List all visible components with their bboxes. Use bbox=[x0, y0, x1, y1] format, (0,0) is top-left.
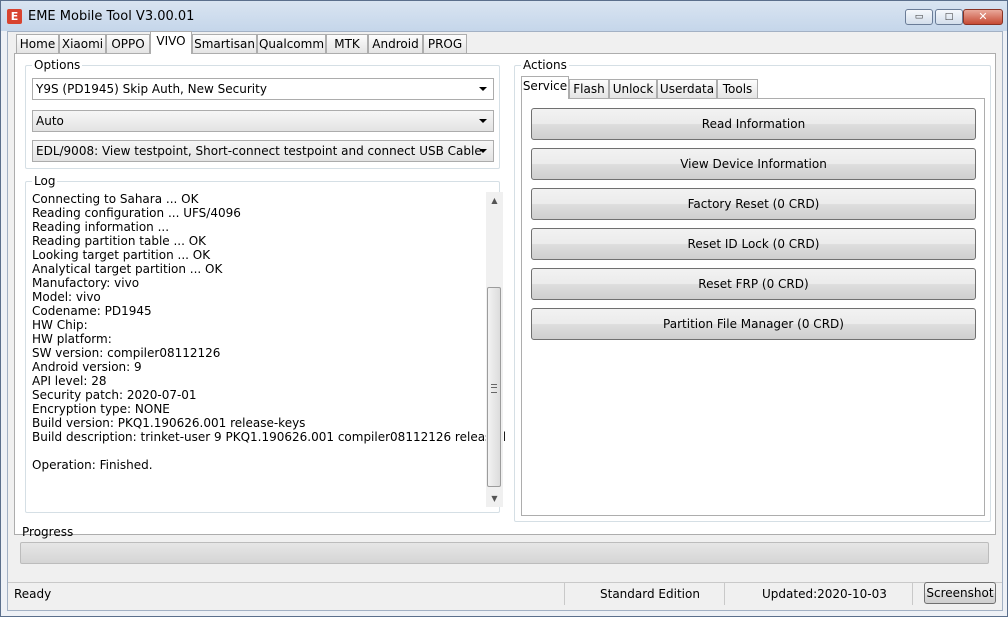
reset-frp-button[interactable]: Reset FRP (0 CRD) bbox=[531, 268, 976, 300]
partition-file-manager-button[interactable]: Partition File Manager (0 CRD) bbox=[531, 308, 976, 340]
log-output[interactable]: Connecting to Sahara ... OK Reading conf… bbox=[32, 192, 505, 504]
tab-xiaomi[interactable]: Xiaomi bbox=[59, 34, 106, 53]
app-logo-icon: E bbox=[7, 9, 22, 24]
minimize-button[interactable]: ▭ bbox=[905, 9, 933, 25]
scroll-down-arrow-icon[interactable]: ▼ bbox=[486, 490, 503, 507]
scroll-up-arrow-icon[interactable]: ▲ bbox=[486, 192, 503, 209]
log-line: Looking target partition ... OK bbox=[32, 248, 211, 262]
tab-android[interactable]: Android bbox=[368, 34, 423, 53]
log-scrollbar[interactable]: ▲ ▼ bbox=[486, 192, 503, 507]
log-line: HW Chip: bbox=[32, 318, 88, 332]
status-divider bbox=[564, 583, 565, 605]
connection-select[interactable]: EDL/9008: View testpoint, Short-connect … bbox=[32, 140, 494, 162]
mode-select[interactable]: Auto bbox=[32, 110, 494, 132]
tab-home[interactable]: Home bbox=[16, 34, 59, 53]
actions-group: Actions Service Flash Unlock Userdata To… bbox=[514, 58, 991, 522]
model-select[interactable]: Y9S (PD1945) Skip Auth, New Security bbox=[32, 78, 494, 100]
service-panel: Read Information View Device Information… bbox=[521, 98, 985, 516]
log-line: Android version: 9 bbox=[32, 360, 142, 374]
log-line: Manufactory: vivo bbox=[32, 276, 140, 290]
log-label: Log bbox=[32, 174, 58, 188]
tab-vivo[interactable]: VIVO bbox=[150, 31, 192, 54]
progress-bar bbox=[20, 542, 989, 564]
grip-icon bbox=[491, 384, 497, 393]
progress-label: Progress bbox=[22, 525, 74, 539]
log-line: Operation: Finished. bbox=[32, 458, 153, 472]
tab-userdata[interactable]: Userdata bbox=[657, 79, 717, 98]
scroll-thumb[interactable] bbox=[487, 287, 501, 487]
close-button[interactable]: ✕ bbox=[963, 9, 1003, 25]
view-device-information-button[interactable]: View Device Information bbox=[531, 148, 976, 180]
actions-label: Actions bbox=[521, 58, 569, 72]
log-line: Connecting to Sahara ... OK bbox=[32, 192, 199, 206]
tab-mtk[interactable]: MTK bbox=[326, 34, 368, 53]
edition-text: Standard Edition bbox=[600, 587, 700, 601]
log-line: Reading partition table ... OK bbox=[32, 234, 207, 248]
tab-service[interactable]: Service bbox=[521, 76, 569, 99]
tab-tools[interactable]: Tools bbox=[717, 79, 758, 98]
client-area: Home Xiaomi OPPO VIVO Smartisan Qualcomm… bbox=[7, 31, 1003, 611]
status-text: Ready bbox=[14, 587, 52, 601]
log-line: Model: vivo bbox=[32, 290, 101, 304]
chevron-down-icon bbox=[479, 149, 487, 153]
options-label: Options bbox=[32, 58, 83, 72]
vivo-tab-panel: Options Y9S (PD1945) Skip Auth, New Secu… bbox=[14, 53, 996, 535]
window-title: EME Mobile Tool V3.00.01 bbox=[28, 9, 195, 24]
read-information-button[interactable]: Read Information bbox=[531, 108, 976, 140]
log-line: Encryption type: NONE bbox=[32, 402, 170, 416]
mode-select-value: Auto bbox=[36, 114, 64, 128]
log-line: Build description: trinket-user 9 PKQ1.1… bbox=[32, 430, 505, 444]
log-line: Codename: PD1945 bbox=[32, 304, 152, 318]
log-line: API level: 28 bbox=[32, 374, 107, 388]
updated-text: Updated:2020-10-03 bbox=[762, 587, 887, 601]
app-window: E EME Mobile Tool V3.00.01 ▭ □ ✕ Home Xi… bbox=[0, 0, 1008, 617]
status-divider bbox=[912, 583, 913, 605]
connection-select-value: EDL/9008: View testpoint, Short-connect … bbox=[36, 144, 482, 158]
tab-oppo[interactable]: OPPO bbox=[106, 34, 150, 53]
tab-unlock[interactable]: Unlock bbox=[609, 79, 657, 98]
screenshot-button[interactable]: Screenshot bbox=[924, 582, 996, 604]
model-select-value: Y9S (PD1945) Skip Auth, New Security bbox=[36, 82, 267, 96]
title-bar[interactable]: E EME Mobile Tool V3.00.01 ▭ □ ✕ bbox=[1, 1, 1007, 31]
tab-qualcomm[interactable]: Qualcomm bbox=[257, 34, 326, 53]
maximize-button[interactable]: □ bbox=[935, 9, 963, 25]
log-line: Security patch: 2020-07-01 bbox=[32, 388, 197, 402]
tab-prog[interactable]: PROG bbox=[423, 34, 467, 53]
log-line: HW platform: bbox=[32, 332, 112, 346]
options-group: Options Y9S (PD1945) Skip Auth, New Secu… bbox=[25, 58, 500, 169]
log-group: Log Connecting to Sahara ... OK Reading … bbox=[25, 174, 505, 513]
factory-reset-button[interactable]: Factory Reset (0 CRD) bbox=[531, 188, 976, 220]
status-divider bbox=[724, 583, 725, 605]
actions-tab-control: Service Flash Unlock Userdata Tools Read… bbox=[521, 76, 985, 519]
log-line: SW version: compiler08112126 bbox=[32, 346, 221, 360]
log-line: Reading configuration ... UFS/4096 bbox=[32, 206, 241, 220]
log-line: Reading information ... bbox=[32, 220, 170, 234]
tab-smartisan[interactable]: Smartisan bbox=[192, 34, 257, 53]
chevron-down-icon bbox=[479, 119, 487, 123]
tab-flash[interactable]: Flash bbox=[569, 79, 609, 98]
log-line: Build version: PKQ1.190626.001 release-k… bbox=[32, 416, 306, 430]
reset-id-lock-button[interactable]: Reset ID Lock (0 CRD) bbox=[531, 228, 976, 260]
log-line: Analytical target partition ... OK bbox=[32, 262, 223, 276]
chevron-down-icon bbox=[479, 87, 487, 91]
